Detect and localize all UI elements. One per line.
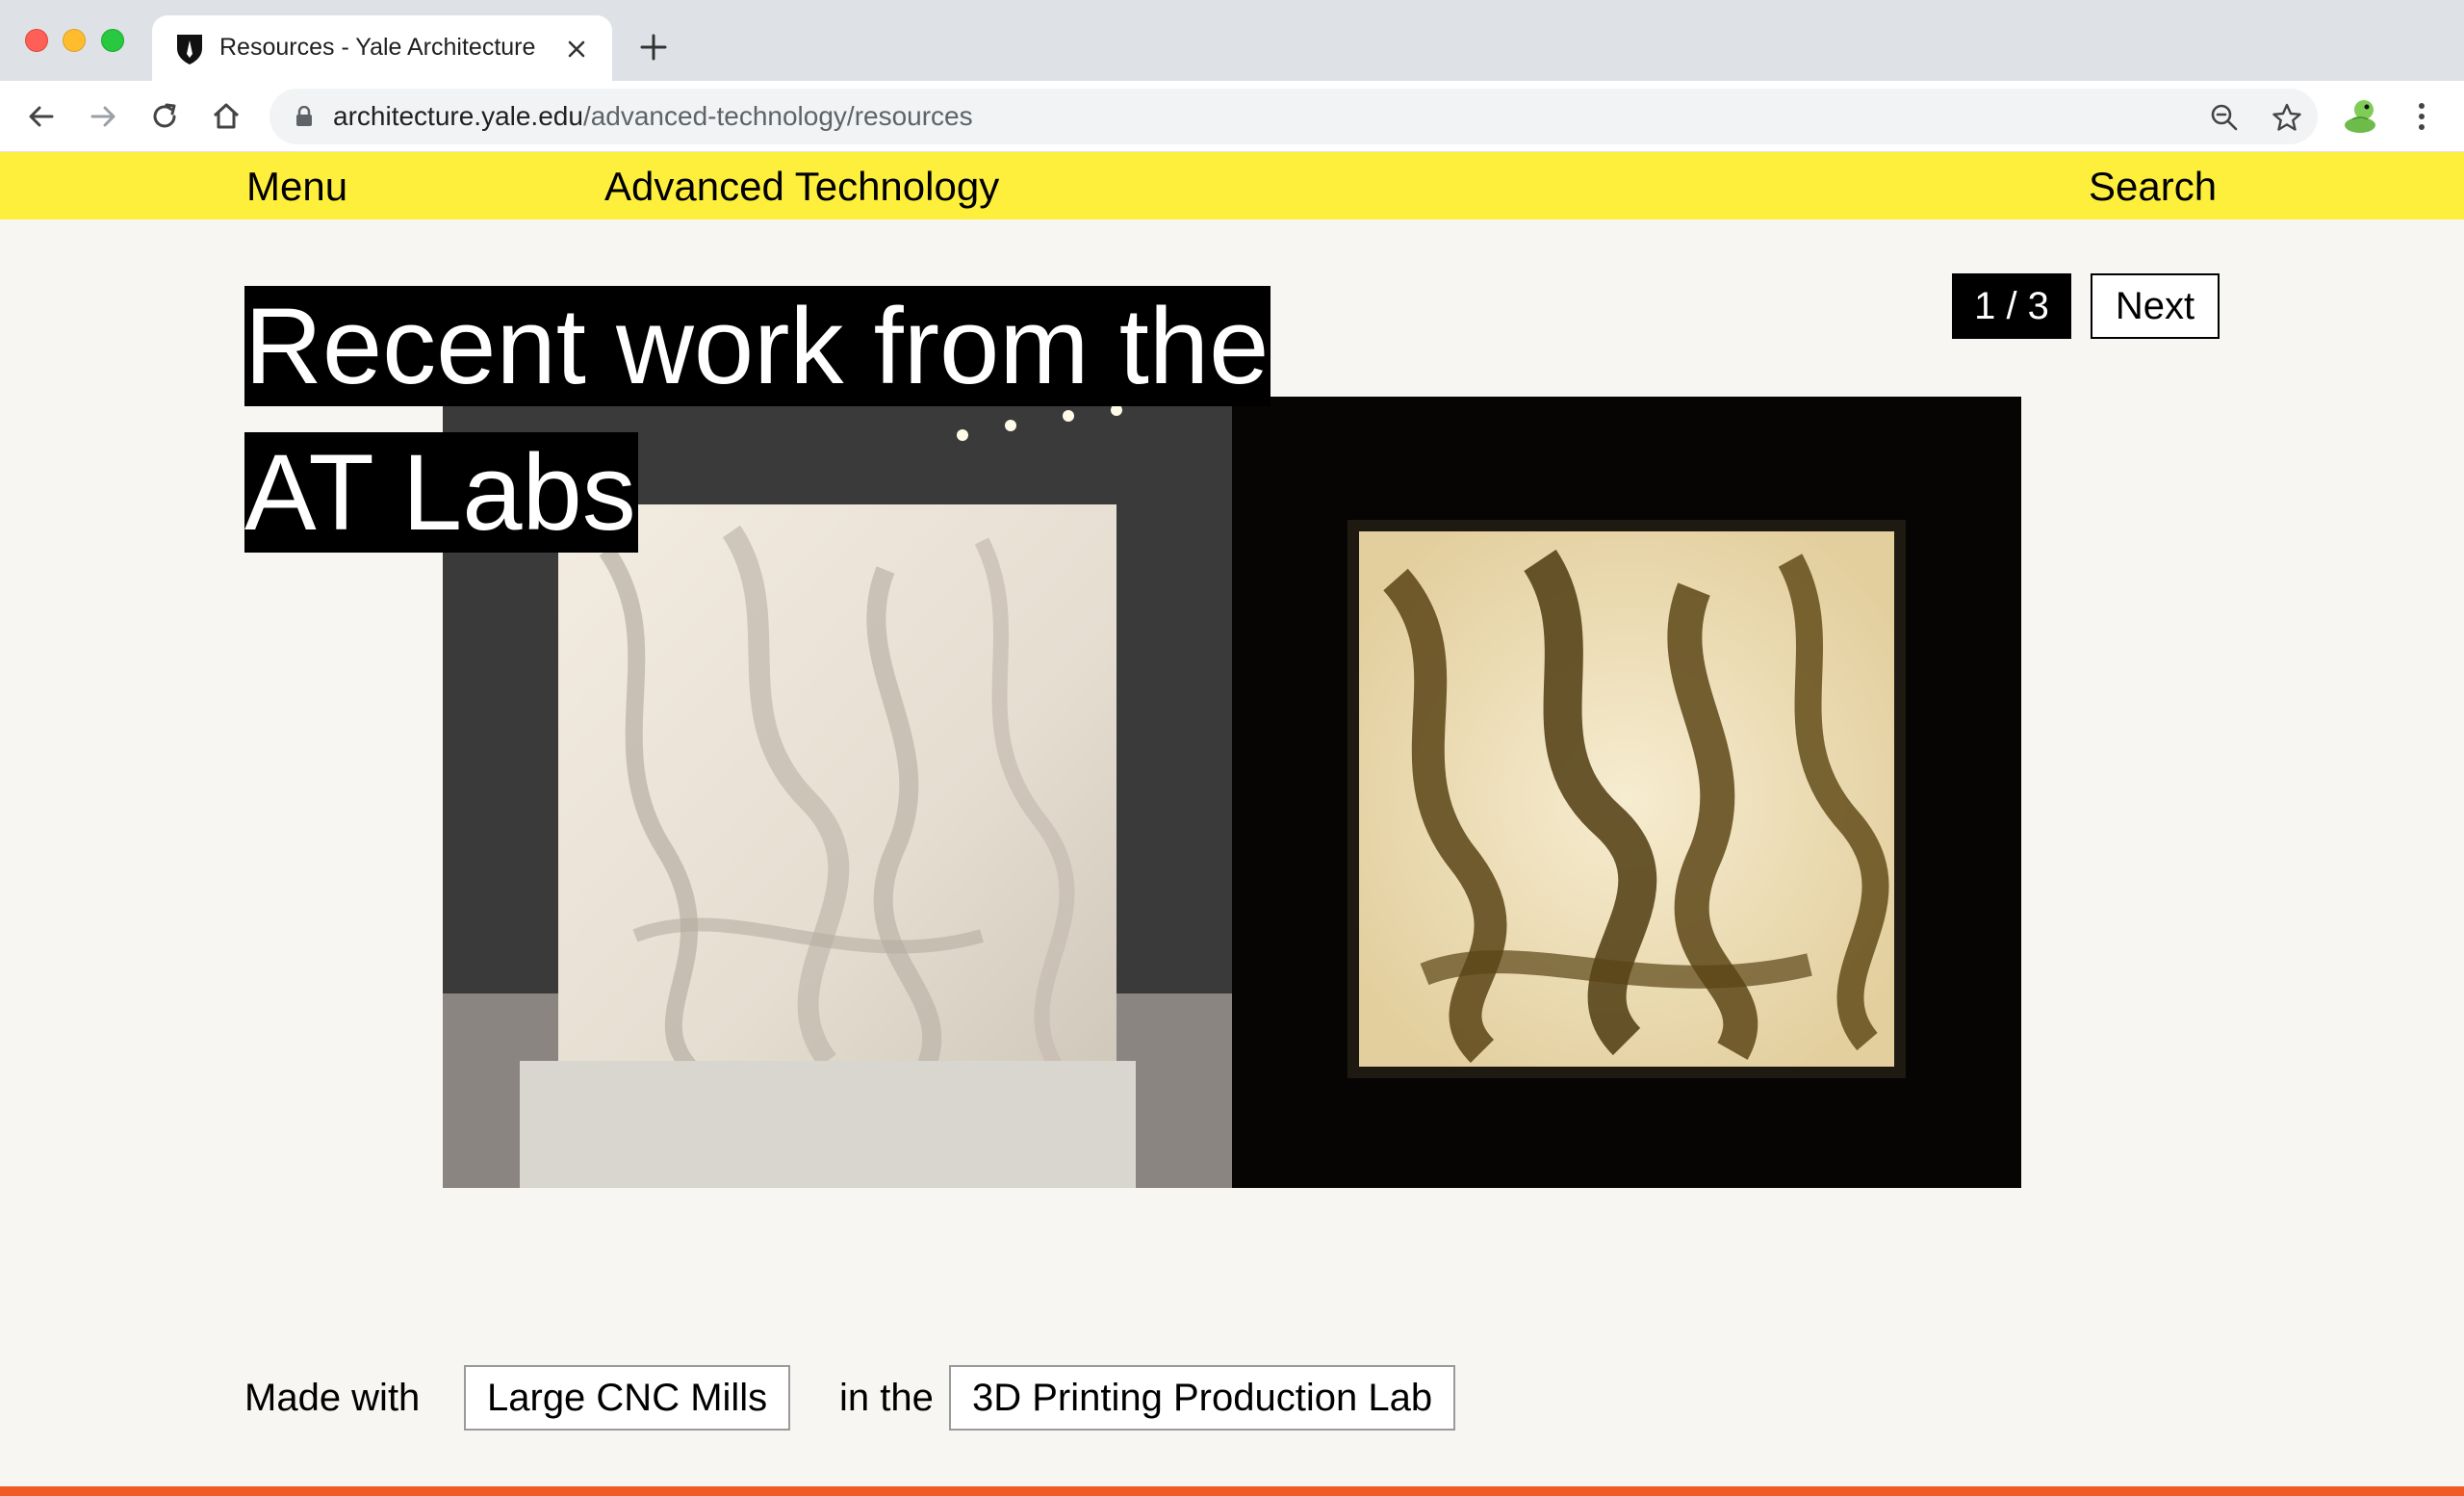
slide-counter: 1 / 3 (1952, 273, 2071, 339)
browser-tab[interactable]: Resources - Yale Architecture (152, 15, 612, 81)
zoom-out-icon[interactable] (2210, 103, 2239, 132)
section-title-link[interactable]: Advanced Technology (604, 164, 999, 210)
slide-headline: Recent work from the AT Labs (244, 273, 1303, 566)
tab-title: Resources - Yale Architecture (219, 34, 536, 61)
backlit-panel-photo (1232, 397, 2021, 1188)
headline-line-2: AT Labs (244, 432, 638, 553)
url-domain: architecture.yale.edu (333, 101, 583, 131)
new-tab-plus-icon[interactable] (639, 33, 668, 62)
bookmark-star-icon[interactable] (2272, 102, 2302, 133)
site-header: Menu Advanced Technology Search (0, 152, 2464, 219)
home-icon[interactable] (210, 100, 243, 133)
headline-line-1: Recent work from the (244, 286, 1271, 406)
tab-close-icon[interactable] (564, 37, 589, 62)
address-bar[interactable]: architecture.yale.edu/advanced-technolog… (270, 89, 2318, 144)
maximize-window-button[interactable] (101, 29, 124, 52)
caption-middle: in the (839, 1377, 934, 1419)
lock-icon (296, 106, 312, 126)
bottom-accent-bar (0, 1486, 2464, 1496)
menu-button[interactable]: Menu (246, 164, 347, 210)
browser-titlebar: Resources - Yale Architecture (0, 0, 2464, 81)
browser-toolbar: architecture.yale.edu/advanced-technolog… (0, 81, 2464, 152)
minimize-window-button[interactable] (63, 29, 86, 52)
browser-menu-icon[interactable] (2408, 100, 2435, 133)
caption-prefix: Made with (244, 1377, 421, 1419)
search-button[interactable]: Search (2089, 164, 2217, 210)
yale-shield-icon (177, 35, 202, 64)
close-window-button[interactable] (25, 29, 48, 52)
forward-arrow-icon[interactable] (87, 100, 119, 133)
next-slide-button[interactable]: Next (2091, 273, 2220, 339)
back-arrow-icon[interactable] (25, 100, 58, 133)
backlit-panel-image (1232, 397, 2021, 1188)
url-path: /advanced-technology/resources (582, 101, 973, 131)
reload-icon[interactable] (148, 100, 181, 133)
tool-link-large-cnc-mills[interactable]: Large CNC Mills (464, 1365, 791, 1431)
extension-snake-icon[interactable] (2339, 94, 2381, 137)
url-text: architecture.yale.edu/advanced-technolog… (333, 101, 973, 132)
lab-link-3d-printing[interactable]: 3D Printing Production Lab (949, 1365, 1456, 1431)
